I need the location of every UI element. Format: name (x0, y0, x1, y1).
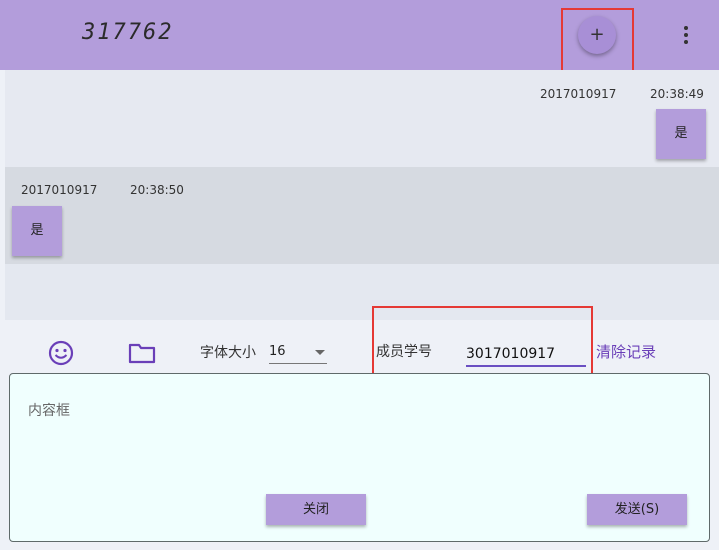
close-button[interactable]: 关闭 (266, 494, 366, 525)
message-content-input[interactable] (26, 398, 690, 482)
message-time: 20:38:49 (650, 87, 704, 101)
chat-area[interactable]: 2017010917 20:38:49 是 2017010917 20:38:5… (5, 70, 719, 320)
emoji-icon[interactable] (48, 340, 74, 366)
font-size-label: 字体大小 (200, 345, 256, 361)
send-button[interactable]: 发送(S) (587, 494, 687, 525)
more-vert-icon[interactable] (678, 25, 694, 45)
room-title: 317762 (82, 20, 174, 45)
message-sender: 2017010917 (21, 183, 98, 197)
chat-message: 2017010917 20:38:49 是 (5, 70, 719, 167)
dropdown-arrow-icon (315, 350, 325, 355)
chat-message: 2017010917 20:38:50 是 (5, 167, 719, 264)
content-box: 关闭 发送(S) (9, 373, 710, 542)
input-toolbar: 字体大小 16 成员学号 清除记录 (0, 320, 719, 374)
message-bubble: 是 (12, 206, 62, 256)
clear-history-link[interactable]: 清除记录 (596, 341, 656, 362)
font-size-value: 16 (269, 344, 286, 359)
message-sender: 2017010917 (540, 87, 617, 101)
message-bubble: 是 (656, 109, 706, 159)
font-size-select[interactable]: 16 (269, 342, 327, 364)
message-time: 20:38:50 (130, 183, 184, 197)
folder-icon[interactable] (128, 342, 156, 364)
highlight-box-add (561, 8, 634, 74)
